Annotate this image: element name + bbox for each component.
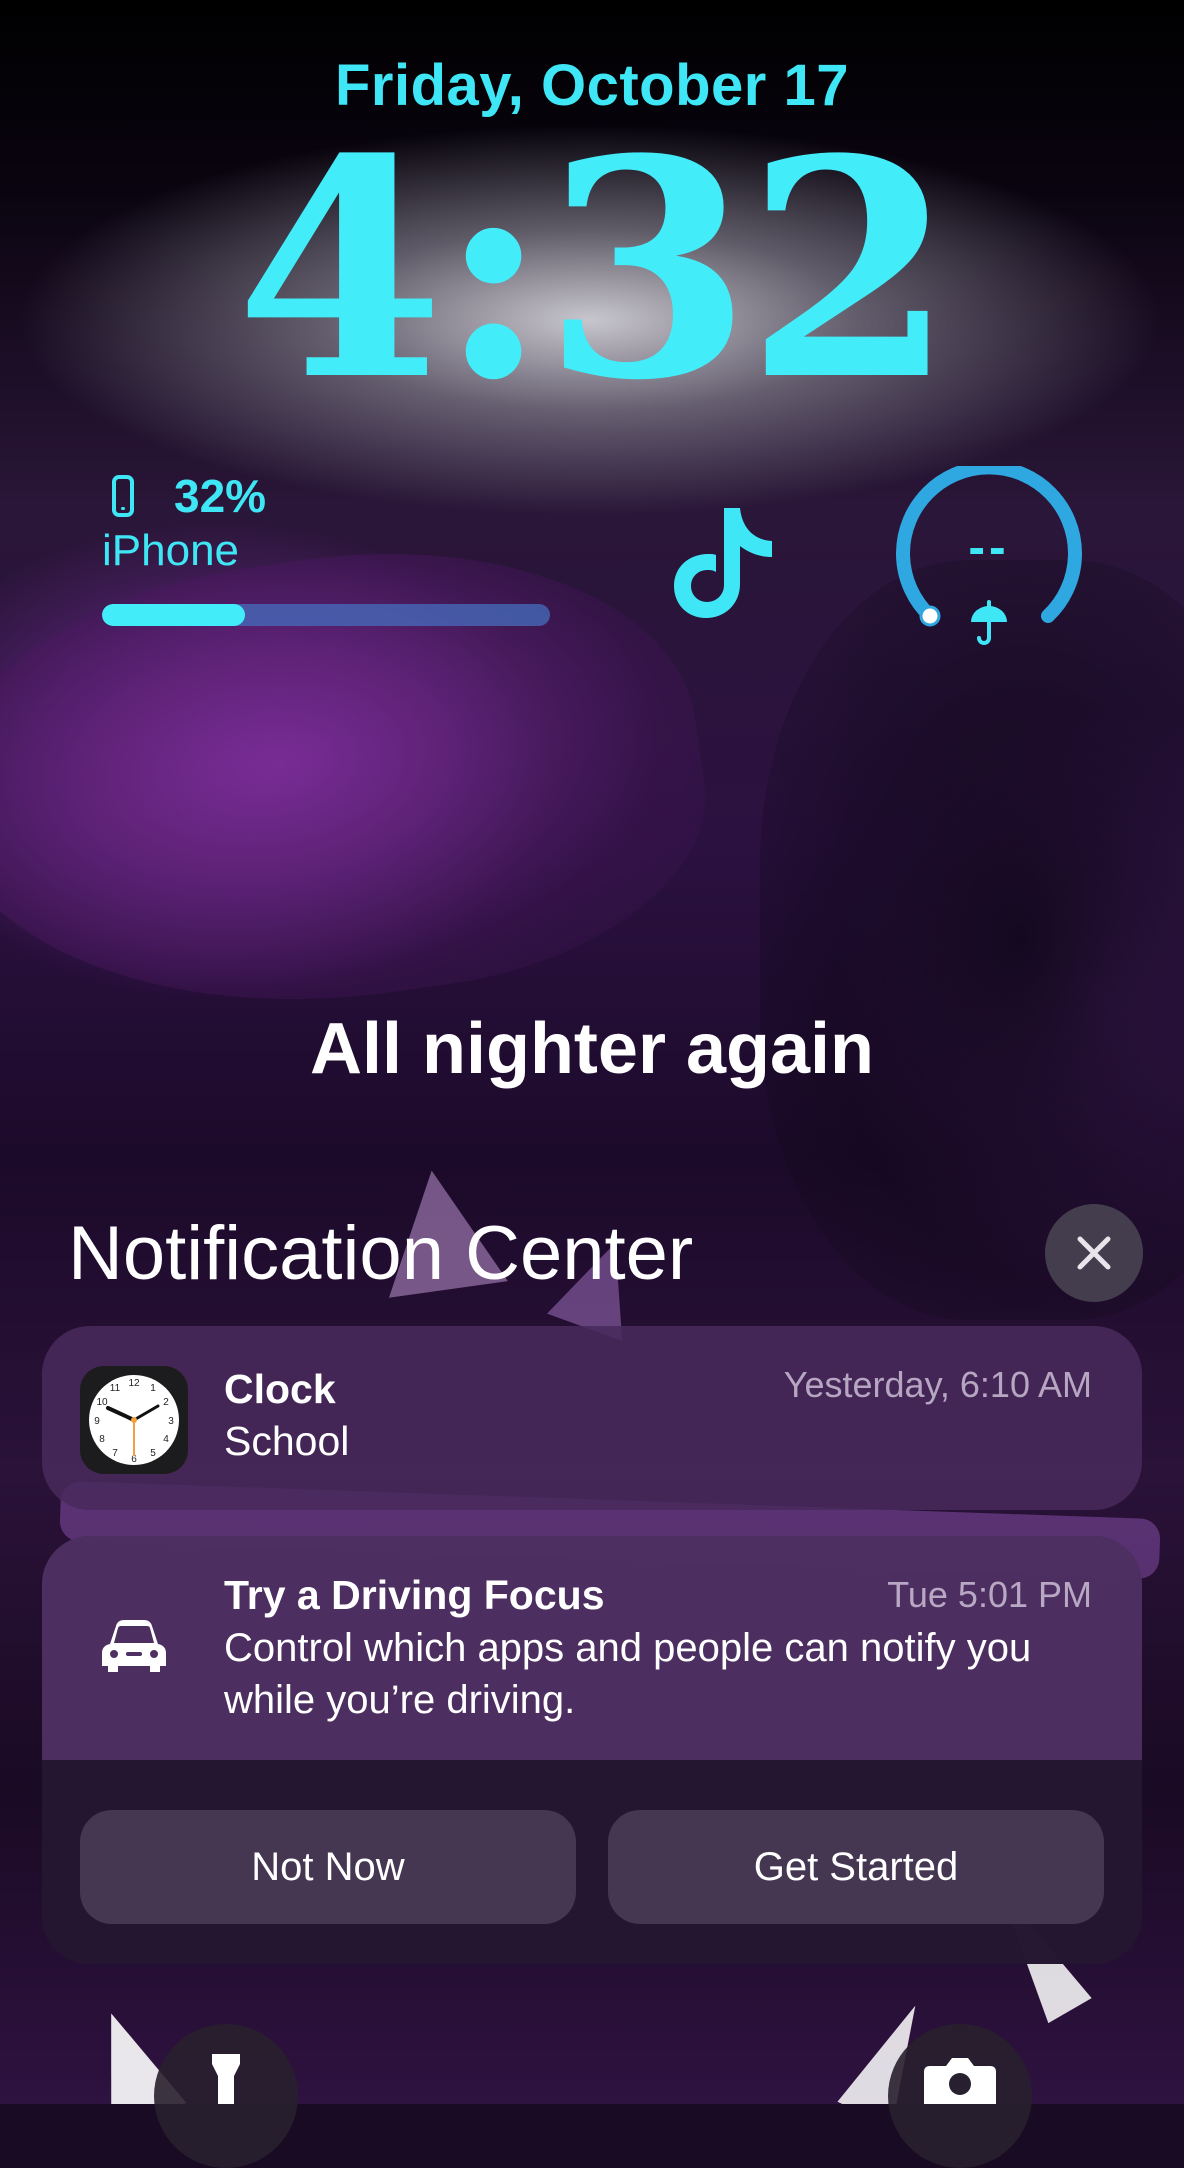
notification-time: Tue 5:01 PM [887,1574,1092,1615]
battery-widget[interactable]: 32% iPhone [102,466,552,636]
umbrella-icon [971,600,1007,645]
svg-text:7: 7 [112,1448,118,1459]
svg-text:1: 1 [150,1383,156,1394]
notification-time: Yesterday, 6:10 AM [783,1364,1092,1405]
notification-center-title: Notification Center [68,1211,694,1296]
iphone-icon [112,475,134,517]
close-icon [1077,1236,1111,1270]
notification-title: Try a Driving Focus [224,1572,605,1618]
notification-actions: Not Now Get Started [42,1760,1142,1964]
battery-percent: 32% [174,470,267,522]
gauge-value: -- [968,519,1010,575]
lockscreen-caption: All nighter again [309,1009,875,1089]
svg-text:12: 12 [128,1378,140,1389]
tiktok-widget[interactable] [670,500,780,620]
battery-device-name: iPhone [102,526,240,575]
notification-body: Control which apps and people can notify… [224,1626,1032,1722]
clock-app-icon: 12 1 2 345 678 9 10 11 [80,1366,188,1474]
svg-text:5: 5 [150,1448,156,1459]
notification-center-close-button[interactable] [1045,1204,1143,1302]
weather-gauge-widget[interactable]: -- [894,460,1084,646]
notification-driving-focus[interactable]: Try a Driving Focus Control which apps a… [42,1536,1142,1964]
tiktok-icon [674,508,772,618]
wallpaper-shadow-shape [760,560,1184,1320]
notification-content[interactable]: Try a Driving Focus Control which apps a… [42,1536,1142,1760]
flashlight-button[interactable] [154,2024,298,2168]
svg-text:3: 3 [168,1416,174,1427]
notification-body: School [224,1418,350,1464]
svg-text:9: 9 [94,1416,100,1427]
notification-app-name: Clock [224,1366,336,1412]
svg-text:2: 2 [163,1397,169,1408]
svg-text:4: 4 [163,1434,169,1445]
get-started-button[interactable]: Get Started [608,1810,1104,1924]
battery-level-fill [102,604,246,626]
svg-text:11: 11 [110,1383,121,1394]
car-icon [102,1620,166,1672]
notification-clock[interactable]: 12 1 2 345 678 9 10 11 Clock School Yesterda… [42,1326,1142,1510]
battery-level-bar [102,604,550,626]
svg-text:8: 8 [99,1434,105,1445]
svg-text:10: 10 [96,1397,108,1408]
lockscreen-time[interactable]: 4:32 [0,120,1184,420]
not-now-button[interactable]: Not Now [80,1810,576,1924]
camera-icon [924,2058,996,2104]
camera-button[interactable] [888,2024,1032,2168]
flashlight-icon [212,2054,240,2104]
